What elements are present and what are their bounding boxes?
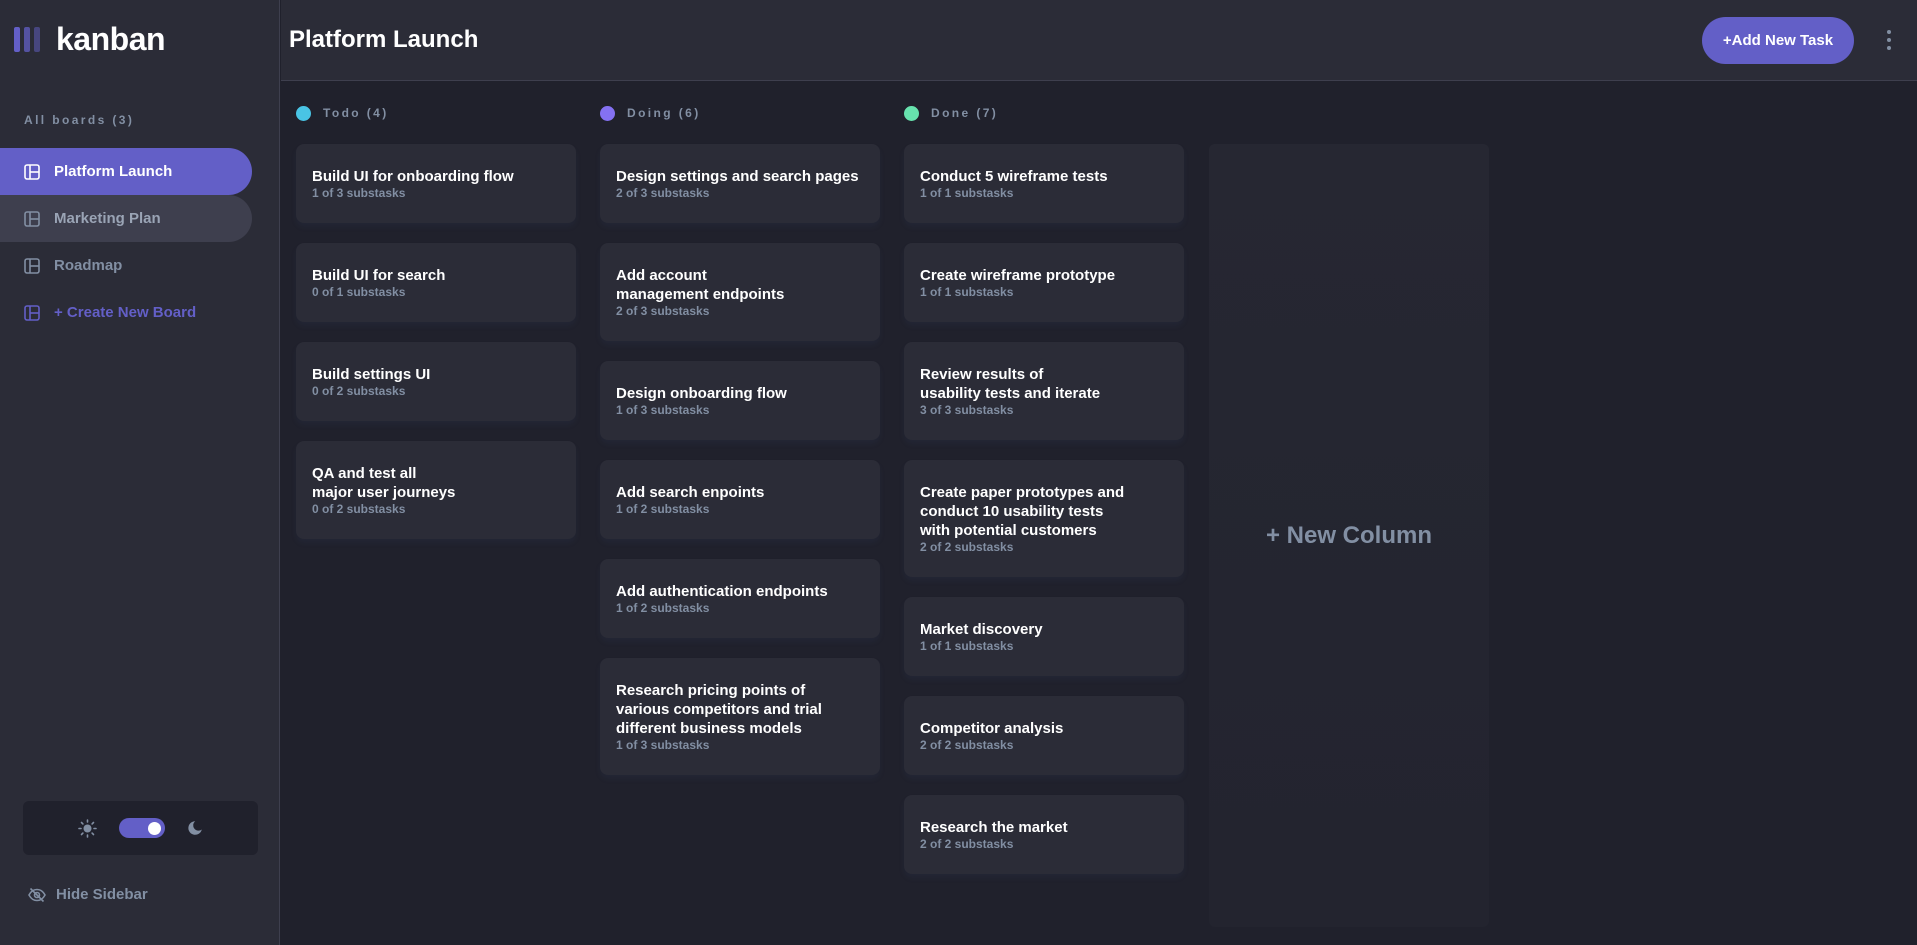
task-card[interactable]: Build settings UI 0 of 2 substasks [296, 342, 576, 421]
task-card[interactable]: Build UI for search 0 of 1 substasks [296, 243, 576, 322]
column-title: Doing (6) [627, 106, 701, 120]
sidebar-item-marketing-plan[interactable]: Marketing Plan [0, 195, 252, 242]
task-title: Build settings UI [312, 366, 431, 383]
status-dot-icon [600, 105, 615, 121]
task-subtasks: 2 of 2 substasks [920, 837, 1014, 851]
task-card[interactable]: QA and test all major user journeys 0 of … [296, 441, 576, 539]
column-todo: Todo (4) Build UI for onboarding flow 1 o… [296, 104, 576, 559]
sidebar-item-label: Roadmap [54, 257, 123, 274]
task-title: Create paper prototypes and conduct 10 u… [920, 484, 1125, 539]
task-subtasks: 0 of 2 substasks [312, 502, 406, 516]
task-subtasks: 1 of 1 substasks [920, 285, 1014, 299]
task-card[interactable]: Build UI for onboarding flow 1 of 3 subst… [296, 144, 576, 223]
status-dot-icon [904, 105, 919, 121]
task-card[interactable]: Research pricing points of various compe… [600, 658, 880, 775]
task-card[interactable]: Design onboarding flow 1 of 3 substasks [600, 361, 880, 440]
task-card[interactable]: Create wireframe prototype 1 of 1 substas… [904, 243, 1184, 322]
task-title: Design settings and search pages [616, 168, 859, 185]
board-list: Platform Launch Marketing Plan Roadmap +… [0, 148, 252, 336]
column-header: Todo (4) [296, 104, 576, 122]
task-title: Add authentication endpoints [616, 583, 828, 600]
task-card[interactable]: Add search enpoints 1 of 2 substasks [600, 460, 880, 539]
task-subtasks: 2 of 2 substasks [920, 738, 1014, 752]
add-new-task-button[interactable]: +Add New Task [1702, 17, 1854, 64]
task-card[interactable]: Design settings and search pages 2 of 3 s… [600, 144, 880, 223]
task-title: Conduct 5 wireframe tests [920, 168, 1108, 185]
task-subtasks: 3 of 3 substasks [920, 403, 1014, 417]
task-subtasks: 1 of 1 substasks [920, 186, 1014, 200]
sidebar: kanban All boards (3) Platform Launch Ma… [0, 0, 280, 945]
task-subtasks: 2 of 3 substasks [616, 186, 710, 200]
task-subtasks: 1 of 3 substasks [616, 403, 710, 417]
app-logo: kanban [14, 21, 166, 57]
task-card[interactable]: Review results of usability tests and it… [904, 342, 1184, 440]
task-card[interactable]: Conduct 5 wireframe tests 1 of 1 substask… [904, 144, 1184, 223]
task-subtasks: 1 of 1 substasks [920, 639, 1014, 653]
task-title: Market discovery [920, 621, 1043, 638]
task-subtasks: 2 of 2 substasks [920, 540, 1014, 554]
task-card[interactable]: Research the market 2 of 2 substasks [904, 795, 1184, 874]
task-title: Build UI for search [312, 267, 446, 284]
column-title: Done (7) [931, 106, 999, 120]
theme-toggle-panel [23, 801, 258, 855]
task-title: Competitor analysis [920, 720, 1064, 737]
create-board-label: + Create New Board [54, 304, 197, 321]
theme-toggle-switch[interactable] [119, 818, 165, 838]
create-new-board-button[interactable]: + Create New Board [0, 289, 252, 336]
task-subtasks: 1 of 3 substasks [616, 738, 710, 752]
eye-slash-icon [28, 887, 46, 902]
task-subtasks: 0 of 1 substasks [312, 285, 406, 299]
task-title: Design onboarding flow [616, 385, 787, 402]
task-card[interactable]: Add account management endpoints 2 of 3 s… [600, 243, 880, 341]
toggle-knob [148, 822, 161, 835]
sidebar-item-platform-launch[interactable]: Platform Launch [0, 148, 252, 195]
new-column-button[interactable]: + New Column [1209, 144, 1489, 927]
column-done: Done (7) Conduct 5 wireframe tests 1 of 1… [904, 104, 1184, 894]
task-title: Add search enpoints [616, 484, 765, 501]
task-title: QA and test all major user journeys [312, 465, 456, 501]
sidebar-item-roadmap[interactable]: Roadmap [0, 242, 252, 289]
boards-count-heading: All boards (3) [24, 113, 135, 127]
top-header: Platform Launch +Add New Task [281, 0, 1917, 81]
logo-text: kanban [56, 20, 166, 57]
task-subtasks: 2 of 3 substasks [616, 304, 710, 318]
task-card[interactable]: Add authentication endpoints 1 of 2 subst… [600, 559, 880, 638]
moon-icon [188, 821, 202, 835]
board-icon [24, 163, 40, 180]
sidebar-item-label: Marketing Plan [54, 210, 161, 227]
hide-sidebar-label: Hide Sidebar [56, 886, 148, 903]
column-doing: Doing (6) Design settings and search pag… [600, 104, 880, 795]
sidebar-item-label: Platform Launch [54, 163, 173, 180]
task-subtasks: 1 of 2 substasks [616, 502, 710, 516]
task-subtasks: 0 of 2 substasks [312, 384, 406, 398]
task-subtasks: 1 of 3 substasks [312, 186, 406, 200]
hide-sidebar-button[interactable]: Hide Sidebar [28, 886, 148, 903]
task-title: Build UI for onboarding flow [312, 168, 514, 185]
column-header: Doing (6) [600, 104, 880, 122]
board-icon [24, 257, 40, 274]
sun-icon [78, 818, 97, 838]
board-icon [24, 304, 40, 321]
board-icon [24, 210, 40, 227]
task-title: Research the market [920, 819, 1068, 836]
kanban-logo-icon [14, 26, 40, 52]
column-header: Done (7) [904, 104, 1184, 122]
task-card[interactable]: Create paper prototypes and conduct 10 u… [904, 460, 1184, 577]
task-subtasks: 1 of 2 substasks [616, 601, 710, 615]
vertical-ellipsis-icon[interactable] [1887, 30, 1892, 50]
page-title: Platform Launch [289, 26, 479, 53]
status-dot-icon [296, 105, 311, 121]
task-card[interactable]: Market discovery 1 of 1 substasks [904, 597, 1184, 676]
column-title: Todo (4) [323, 106, 389, 120]
task-card[interactable]: Competitor analysis 2 of 2 substasks [904, 696, 1184, 775]
task-title: Create wireframe prototype [920, 267, 1116, 284]
task-title: Review results of usability tests and it… [920, 366, 1101, 402]
task-title: Research pricing points of various compe… [616, 682, 822, 737]
task-title: Add account management endpoints [616, 267, 785, 303]
